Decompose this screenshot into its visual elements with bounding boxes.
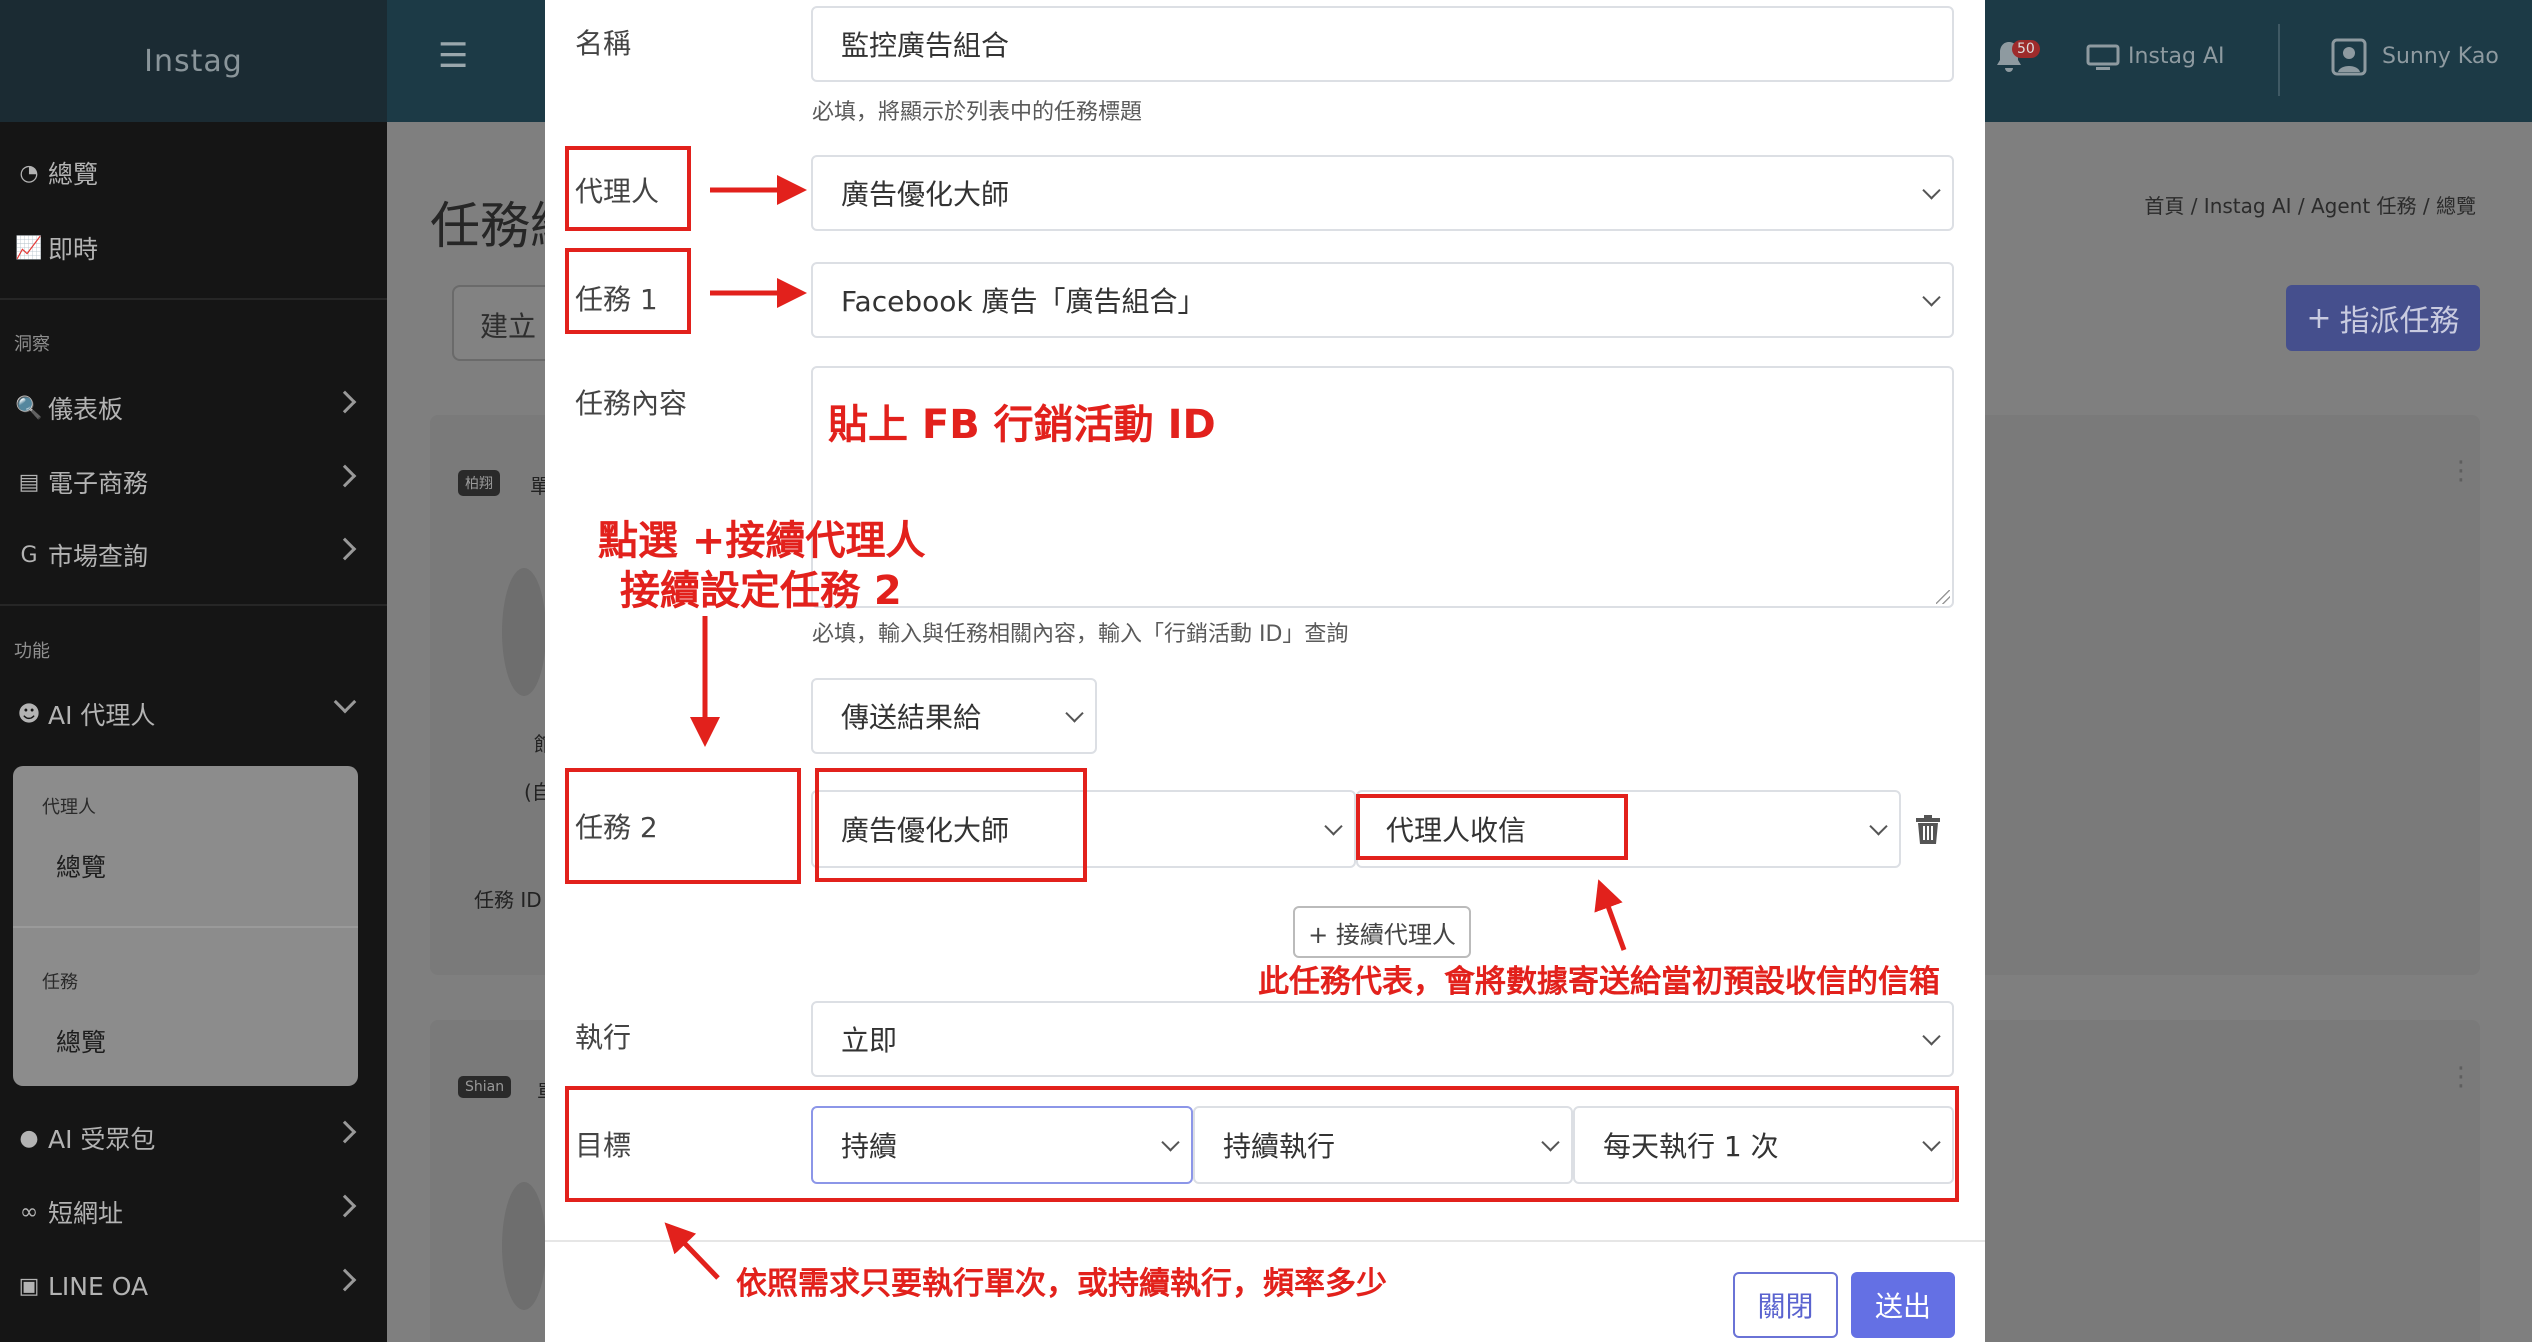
arrow-recipient [1594,879,1627,951]
arrow-goal [664,1222,720,1280]
annotation-frequency-note: 依照需求只要執行單次，或持續執行，頻率多少 [736,1266,1387,1302]
annotation-mailbox-note: 此任務代表，會將數據寄送給當初預設收信的信箱 [1258,964,1940,1000]
annotation-arrows [664,175,1627,1280]
annotation-continue-line2: 接續設定任務 2 [620,568,902,614]
annotation-paste-id: 貼上 FB 行銷活動 ID [828,402,1216,448]
